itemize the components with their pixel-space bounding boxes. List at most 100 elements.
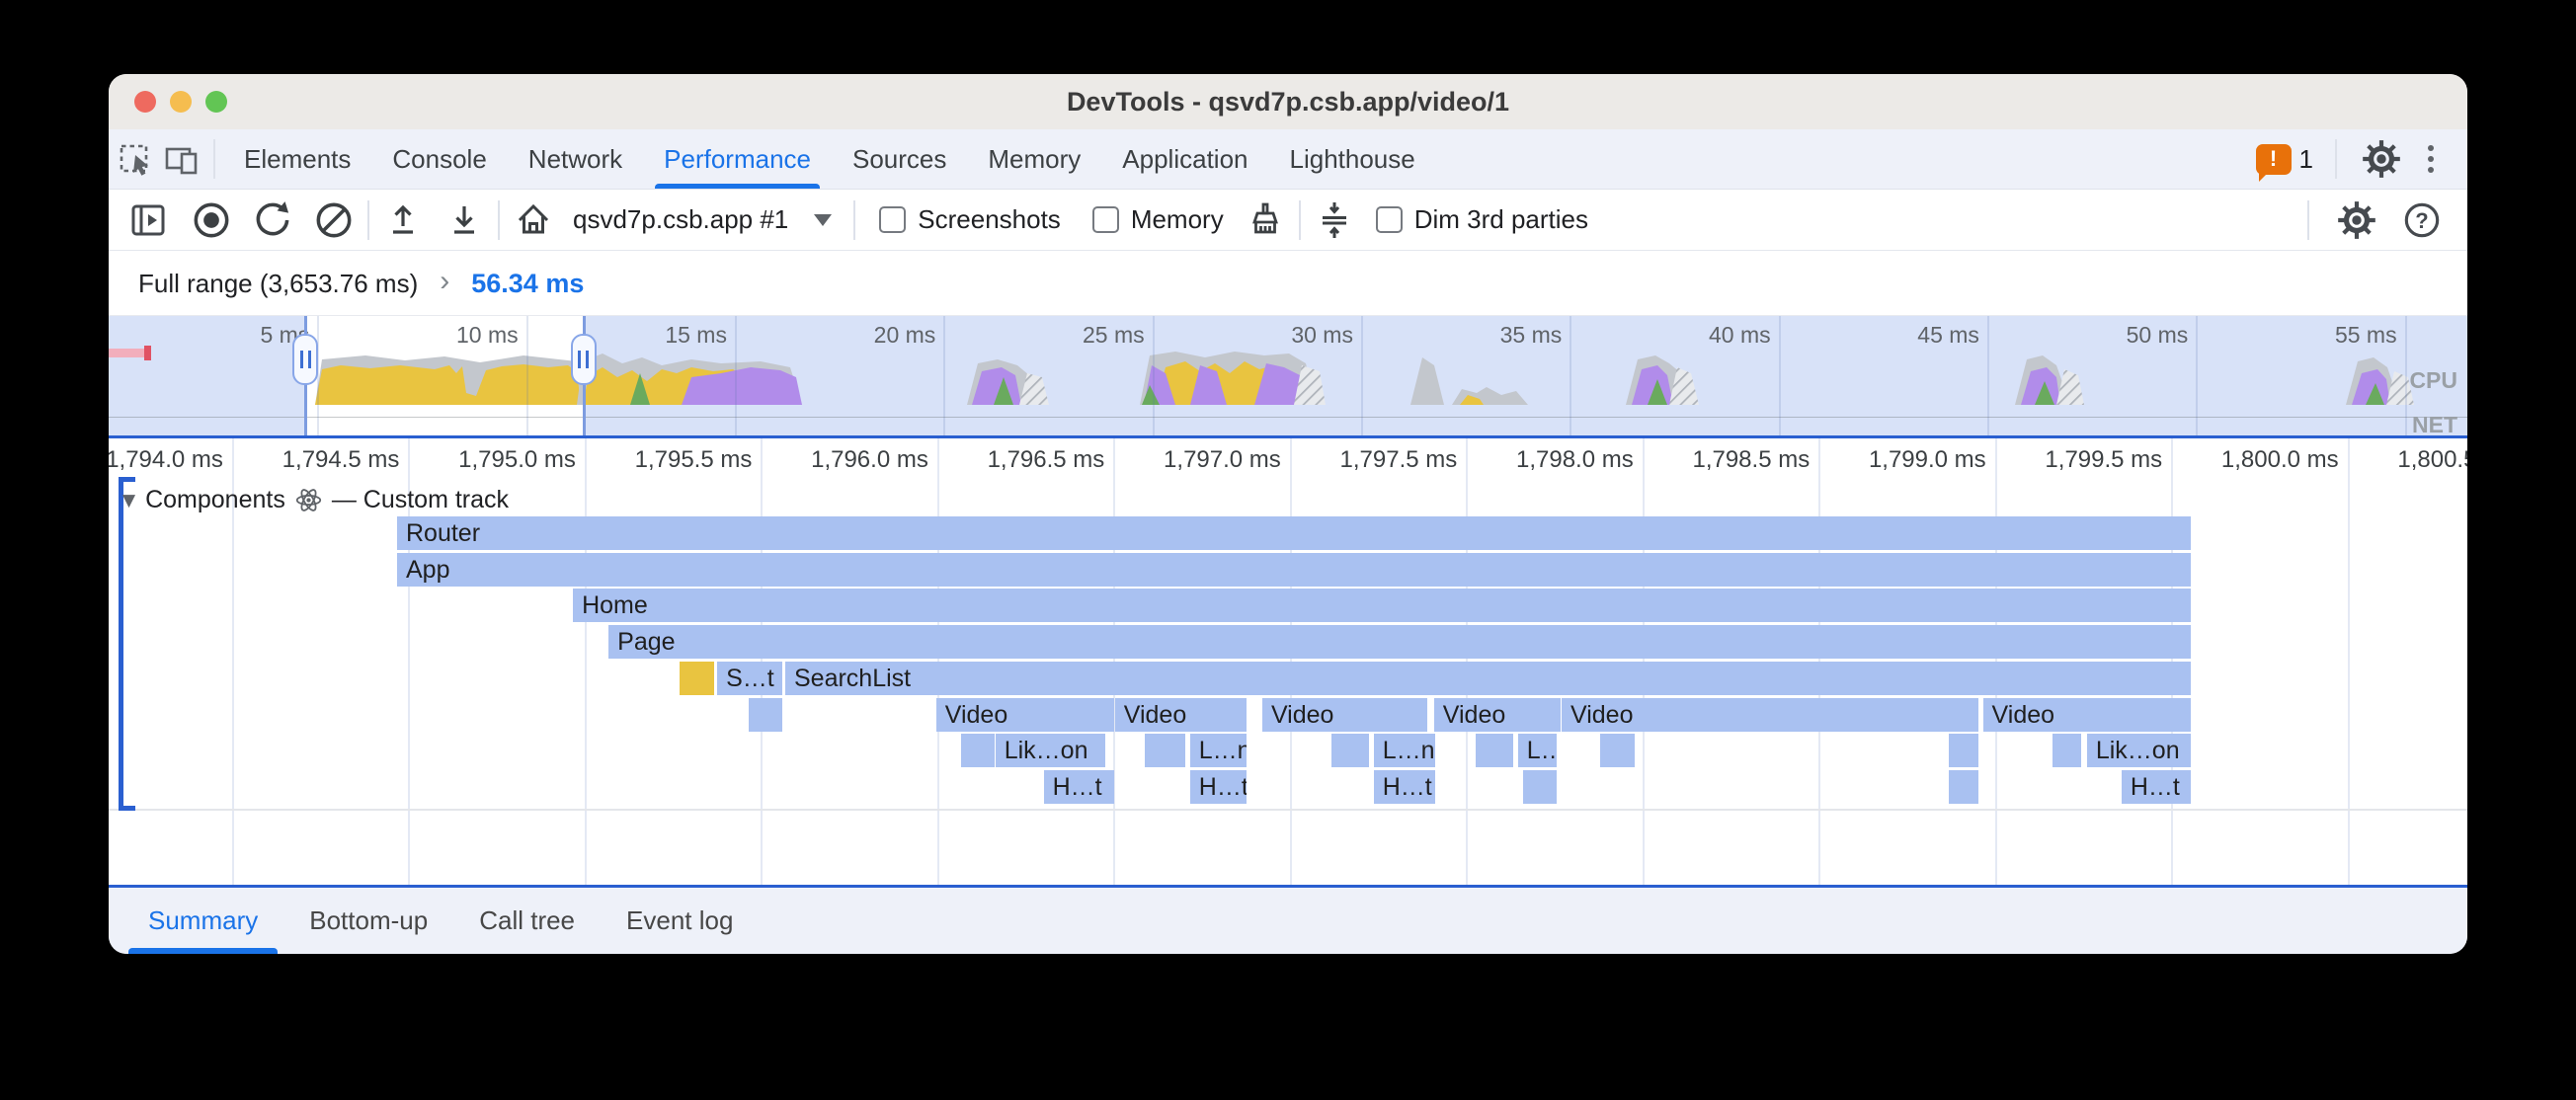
devtools-window: DevTools - qsvd7p.csb.app/video/1 Elemen… (109, 74, 2467, 954)
flame-bar-video[interactable]: Video (936, 698, 1114, 732)
divider (1299, 200, 1301, 240)
memory-checkbox-row[interactable]: Memory (1092, 204, 1224, 235)
divider (213, 139, 215, 179)
tab-console[interactable]: Console (371, 129, 507, 189)
settings-button[interactable] (2359, 136, 2404, 182)
inspect-element-button[interactable] (115, 136, 160, 182)
maximize-window-button[interactable] (205, 91, 227, 113)
capture-settings-button[interactable] (2331, 195, 2382, 246)
tab-lighthouse[interactable]: Lighthouse (1269, 129, 1436, 189)
bottom-tab-call-tree[interactable]: Call tree (453, 888, 601, 954)
tab-performance[interactable]: Performance (643, 129, 832, 189)
flame-bar-h-t[interactable]: H…t (1044, 770, 1114, 804)
flame-bar-s-t[interactable]: S…t (717, 662, 782, 695)
flame-bar[interactable] (680, 662, 714, 695)
bottom-tab-strip: SummaryBottom-upCall treeEvent log (122, 888, 759, 954)
garbage-collect-icon (1244, 198, 1287, 242)
flame-bar-page[interactable]: Page (608, 625, 2191, 659)
toggle-device-toolbar-button[interactable] (160, 136, 205, 182)
flame-bar[interactable] (1949, 734, 1978, 767)
flame-bar-searchlist[interactable]: SearchList (785, 662, 2191, 695)
close-window-button[interactable] (134, 91, 156, 113)
flame-bar[interactable] (2053, 734, 2081, 767)
record-and-reload-button[interactable] (247, 195, 298, 246)
cpu-label: CPU (2409, 367, 2457, 394)
tab-sources[interactable]: Sources (832, 129, 967, 189)
track-name: Components (145, 486, 285, 514)
net-label: NET (2412, 412, 2457, 435)
flame-bar[interactable] (1476, 734, 1513, 767)
flame-bar[interactable] (1600, 734, 1635, 767)
tab-application[interactable]: Application (1101, 129, 1268, 189)
bottom-tab-bottom-up[interactable]: Bottom-up (283, 888, 453, 954)
issues-counter[interactable]: ! 1 (2256, 144, 2313, 175)
flame-bar[interactable] (1523, 770, 1557, 804)
flame-bar-video[interactable]: Video (1983, 698, 2191, 732)
flame-bar-app[interactable]: App (397, 553, 2191, 587)
dim-3rd-parties-checkbox-row[interactable]: Dim 3rd parties (1376, 204, 1588, 235)
flame-bar-home[interactable]: Home (573, 589, 2191, 622)
clear-button[interactable] (308, 195, 360, 246)
timeline-overview[interactable]: 5 ms10 ms15 ms20 ms25 ms30 ms35 ms40 ms4… (109, 316, 2467, 435)
flame-bar-h-t[interactable]: H…t (1190, 770, 1247, 804)
minimap-tick-label: 20 ms (874, 322, 936, 349)
bottom-tab-summary[interactable]: Summary (122, 888, 283, 954)
reload-icon (250, 197, 295, 243)
minimap-tick-label: 25 ms (1083, 322, 1145, 349)
home-button[interactable] (508, 195, 559, 246)
issues-count: 1 (2299, 144, 2313, 175)
download-icon (443, 198, 486, 242)
window-title: DevTools - qsvd7p.csb.app/video/1 (1067, 87, 1509, 118)
active-tab-underline (655, 184, 820, 189)
home-icon (512, 198, 555, 242)
screenshots-checkbox[interactable] (879, 206, 906, 233)
flame-bar-l-n[interactable]: L…n (1518, 734, 1557, 767)
flame-bar[interactable] (749, 698, 782, 732)
chevron-right-icon: › (440, 265, 449, 298)
flame-bar-h-t[interactable]: H…t (2122, 770, 2191, 804)
minimap-tick-label: 40 ms (1709, 322, 1771, 349)
flame-bar[interactable] (961, 734, 995, 767)
history-selector[interactable]: qsvd7p.csb.app #1 (559, 204, 845, 235)
breadcrumb-full-range[interactable]: Full range (3,653.76 ms) (138, 269, 418, 299)
flame-bar[interactable] (1145, 734, 1185, 767)
flame-bar[interactable] (1331, 734, 1369, 767)
bottom-tab-event-log[interactable]: Event log (601, 888, 759, 954)
flame-bar-l-n[interactable]: L…n (1374, 734, 1435, 767)
timeline-marker-end (144, 346, 151, 360)
toggle-sidebar-button[interactable] (122, 195, 174, 246)
flame-chart[interactable]: 1,794.0 ms1,794.5 ms1,795.0 ms1,795.5 ms… (109, 438, 2467, 885)
save-profile-button[interactable] (439, 195, 490, 246)
flame-bar-l-n[interactable]: L…n (1190, 734, 1247, 767)
minimize-window-button[interactable] (170, 91, 192, 113)
flame-tick-label: 1,794.0 ms (109, 446, 223, 474)
divider (367, 200, 369, 240)
tab-memory[interactable]: Memory (967, 129, 1101, 189)
flame-bar-video[interactable]: Video (1434, 698, 1561, 732)
collect-garbage-button[interactable] (1240, 195, 1291, 246)
minimap-handle-grip[interactable] (571, 334, 597, 385)
screenshots-checkbox-row[interactable]: Screenshots (879, 204, 1061, 235)
flame-bar-lik-on[interactable]: Lik…on (2087, 734, 2191, 767)
flame-bar-lik-on[interactable]: Lik…on (996, 734, 1105, 767)
help-button[interactable]: ? (2396, 195, 2448, 246)
flame-bar-router[interactable]: Router (397, 516, 2191, 550)
divider (498, 200, 500, 240)
ignore-listing-button[interactable] (1309, 195, 1360, 246)
memory-checkbox[interactable] (1092, 206, 1119, 233)
flame-bar[interactable] (1949, 770, 1978, 804)
flame-bar-video[interactable]: Video (1562, 698, 1978, 732)
minimap-handle-grip[interactable] (292, 334, 318, 385)
flame-bar-h-t[interactable]: H…t (1374, 770, 1435, 804)
track-header[interactable]: ▼ Components — Custom track (122, 486, 509, 514)
dim-3rd-parties-checkbox[interactable] (1376, 206, 1403, 233)
breadcrumb-selection[interactable]: 56.34 ms (471, 269, 584, 299)
record-button[interactable] (186, 195, 237, 246)
flame-bar-video[interactable]: Video (1262, 698, 1427, 732)
tab-elements[interactable]: Elements (223, 129, 371, 189)
more-options-button[interactable] (2418, 141, 2444, 177)
tab-network[interactable]: Network (508, 129, 643, 189)
load-profile-button[interactable] (377, 195, 429, 246)
flame-bar-video[interactable]: Video (1115, 698, 1247, 732)
collapse-triangle-icon[interactable]: ▼ (122, 491, 135, 511)
